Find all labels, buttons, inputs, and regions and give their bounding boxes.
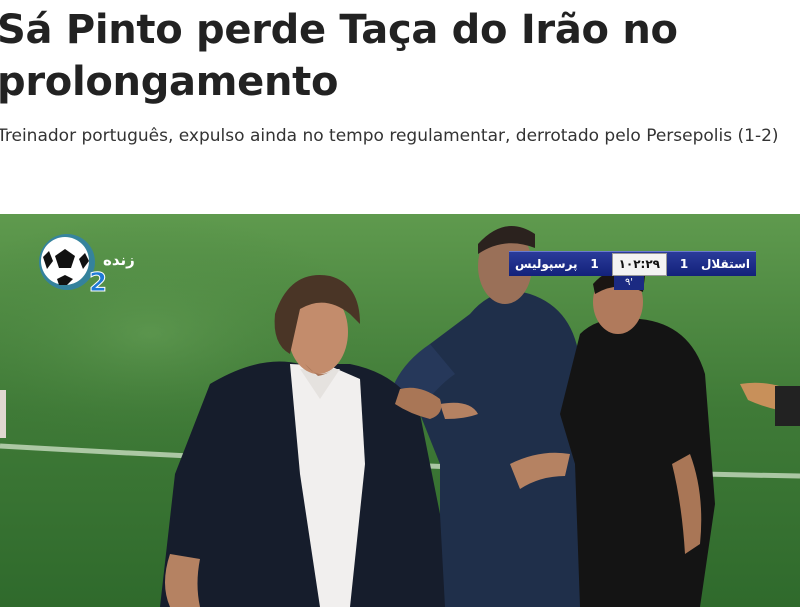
home-team-name: استقلال bbox=[701, 257, 750, 271]
article-headline: Sá Pinto perde Taça do Irão no prolongam… bbox=[0, 7, 678, 105]
channel-number: 2 bbox=[89, 268, 107, 295]
article-subtitle: Treinador português, expulso ainda no te… bbox=[0, 126, 779, 146]
scoreboard: پرسپولیس 1 ۱۰۲:۲۹ 1 استقلال bbox=[509, 251, 756, 276]
away-team-name: پرسپولیس bbox=[515, 257, 578, 271]
match-clock: ۱۰۲:۲۹ bbox=[611, 252, 667, 276]
channel-name: زنده bbox=[103, 251, 135, 269]
minute-indicator: ۹' bbox=[614, 276, 644, 290]
channel-logo: 2 زنده bbox=[37, 231, 147, 299]
home-score: 1 bbox=[679, 257, 689, 271]
soccer-ball-icon: 2 bbox=[37, 231, 108, 299]
away-score: 1 bbox=[590, 257, 599, 271]
